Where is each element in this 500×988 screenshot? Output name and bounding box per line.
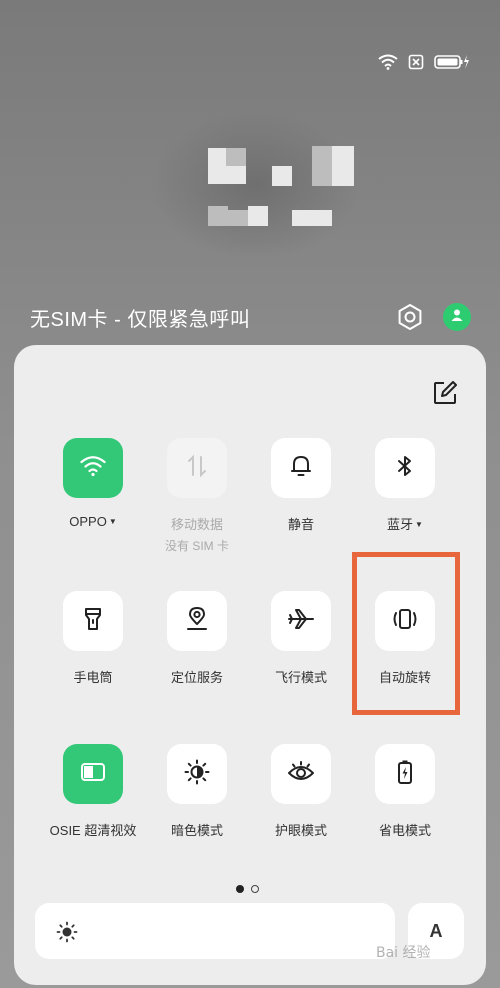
sim-status-text: 无SIM卡 - 仅限紧急呼叫: [30, 309, 251, 331]
osie-icon: [80, 762, 106, 787]
edit-tiles-button[interactable]: [432, 380, 458, 406]
wifi-icon: [80, 455, 106, 482]
tile-airplane[interactable]: 飞行模式: [246, 591, 356, 686]
wifi-icon: [378, 54, 398, 70]
tile-bluetooth-label: 蓝牙: [387, 517, 414, 532]
user-icon: [450, 308, 464, 327]
edit-icon: [432, 381, 458, 410]
no-sim-icon: [408, 54, 424, 70]
page-indicator: [236, 885, 259, 893]
brightness-slider[interactable]: [35, 903, 395, 959]
flashlight-icon: [84, 606, 102, 637]
tile-osie-button[interactable]: [63, 744, 123, 804]
tile-wifi-button[interactable]: [63, 438, 123, 498]
tile-dark-mode-button[interactable]: [167, 744, 227, 804]
tile-mobile-data[interactable]: 移动数据 没有 SIM 卡: [142, 438, 252, 554]
tile-mute[interactable]: 静音: [246, 438, 356, 533]
tile-flashlight[interactable]: 手电筒: [38, 591, 148, 686]
tile-mobile-data-label: 移动数据: [170, 517, 223, 532]
watermark-text: Bai 经验: [376, 945, 431, 961]
tile-flashlight-label: 手电筒: [73, 670, 113, 685]
eye-icon: [287, 760, 315, 789]
airplane-icon: [287, 607, 315, 636]
tile-osie[interactable]: OSIE 超清视效: [38, 744, 148, 839]
brightness-sun-icon: [56, 921, 78, 943]
tile-dark-mode[interactable]: 暗色模式: [142, 744, 252, 839]
tile-airplane-button[interactable]: [271, 591, 331, 651]
tile-eye-care[interactable]: 护眼模式: [246, 744, 356, 839]
tile-location-label: 定位服务: [170, 670, 223, 685]
location-pin-icon: [185, 606, 209, 637]
gear-icon: [396, 304, 424, 335]
battery-saver-icon: [396, 759, 414, 790]
tile-eye-care-button[interactable]: [271, 744, 331, 804]
tile-osie-label: OSIE 超清视效: [49, 823, 137, 838]
tile-bluetooth-button[interactable]: [375, 438, 435, 498]
tile-dark-mode-label: 暗色模式: [170, 823, 223, 838]
tile-power-saving[interactable]: 省电模式: [350, 744, 460, 839]
tile-mobile-data-button[interactable]: [167, 438, 227, 498]
tile-mobile-data-sublabel: 没有 SIM 卡: [164, 539, 229, 553]
bell-icon: [290, 454, 312, 483]
bluetooth-icon: [396, 454, 414, 483]
tile-flashlight-button[interactable]: [63, 591, 123, 651]
page-dot-active[interactable]: [236, 885, 244, 893]
tile-wifi[interactable]: OPPO ▼: [38, 438, 148, 529]
dark-mode-icon: [184, 759, 210, 790]
tile-mute-button[interactable]: [271, 438, 331, 498]
tile-eye-care-label: 护眼模式: [274, 823, 327, 838]
settings-button[interactable]: [396, 303, 424, 331]
battery-charging-icon: [434, 54, 470, 70]
user-avatar-button[interactable]: [443, 303, 471, 331]
tile-power-saving-label: 省电模式: [378, 823, 431, 838]
tile-power-saving-button[interactable]: [375, 744, 435, 804]
tile-location-button[interactable]: [167, 591, 227, 651]
caret-down-icon: ▼: [415, 520, 423, 529]
highlight-annotation-box: [352, 552, 460, 715]
tile-mute-label: 静音: [287, 517, 314, 532]
tile-airplane-label: 飞行模式: [274, 670, 327, 685]
caret-down-icon: ▼: [108, 517, 117, 526]
tile-bluetooth[interactable]: 蓝牙 ▼: [350, 438, 460, 533]
status-bar: [378, 54, 470, 70]
mobile-data-icon: [186, 454, 208, 483]
font-size-label: A: [429, 920, 443, 941]
tile-wifi-label: OPPO: [69, 514, 107, 529]
tile-location[interactable]: 定位服务: [142, 591, 252, 686]
page-dot-inactive[interactable]: [251, 885, 259, 893]
